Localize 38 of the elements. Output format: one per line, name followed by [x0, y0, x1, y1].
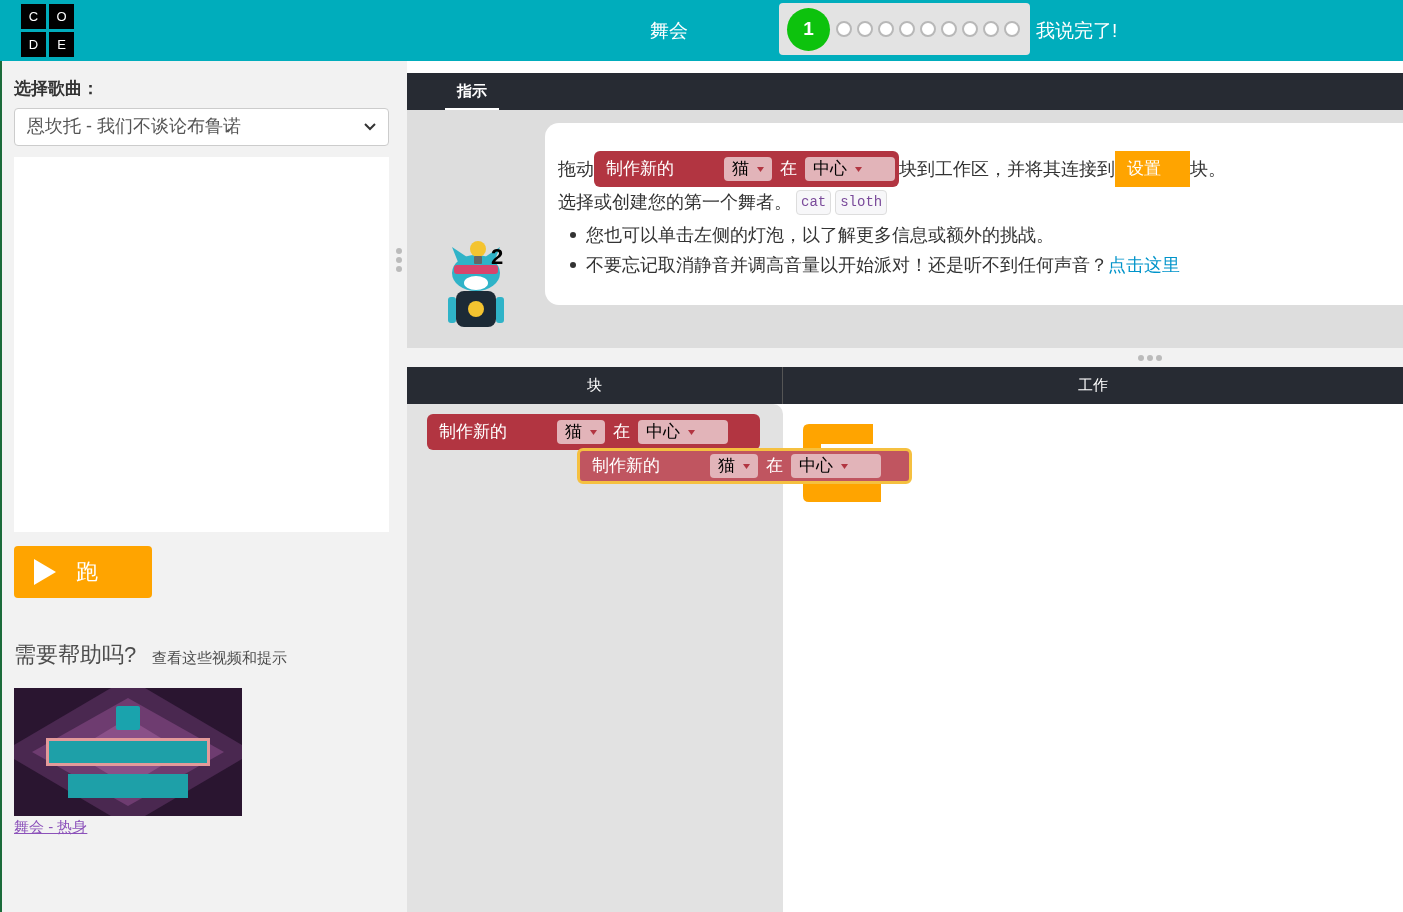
block-dropdown[interactable]: 中心 — [791, 454, 881, 478]
instruction-text: 块到工作区，并将其连接到 — [899, 157, 1115, 181]
song-select[interactable]: 恩坎托 - 我们不谈论布鲁诺 — [14, 107, 389, 146]
toolbox-header: 块 — [407, 367, 783, 404]
caret-icon — [855, 166, 862, 172]
block-dropdown[interactable]: 猫 — [710, 454, 758, 478]
caret-icon — [688, 429, 695, 435]
code-block[interactable]: 制作新的 猫 在 中心 — [577, 448, 912, 484]
block-dropdown[interactable]: 猫 — [557, 420, 605, 444]
setup-block: 设置 — [1115, 151, 1190, 187]
workspace-header: 工作 — [783, 367, 1403, 404]
block-dropdown[interactable]: 中心 — [638, 420, 728, 444]
caret-icon — [743, 463, 750, 469]
instruction-text: 选择或创建您的第一个舞者。 — [558, 191, 792, 214]
code-block[interactable]: 制作新的 猫 在 中心 — [594, 151, 899, 187]
play-icon — [34, 558, 56, 585]
resize-bar[interactable] — [407, 348, 1403, 367]
logo[interactable]: C O D E — [21, 4, 74, 57]
song-label: 选择歌曲： — [14, 78, 100, 100]
caret-icon — [841, 463, 848, 469]
splitter-handle[interactable] — [396, 248, 402, 272]
instruction-text: 拖动 — [558, 157, 594, 181]
video-link[interactable]: 舞会 - 热身 — [14, 815, 88, 838]
help-title: 需要帮助吗? — [14, 640, 137, 669]
code-snippet: cat — [796, 190, 832, 215]
block-dropdown[interactable]: 猫 — [724, 157, 772, 181]
code-block[interactable]: 制作新的 猫 在 中心 — [427, 414, 760, 450]
caret-icon — [590, 429, 597, 435]
help-subtitle: 查看这些视频和提示 — [152, 648, 288, 668]
code-snippet: sloth — [835, 190, 888, 215]
instruction-text: 块。 — [1190, 157, 1226, 181]
block-dropdown[interactable]: 中心 — [805, 157, 895, 181]
bullet-text: 不要忘记取消静音并调高音量以开始派对！还是听不到任何声音？点击这里 — [586, 253, 1180, 277]
help-link[interactable]: 点击这里 — [1108, 254, 1180, 275]
caret-icon — [757, 166, 764, 172]
chevron-icon — [364, 122, 376, 131]
bullet-text: 您也可以单击左侧的灯泡，以了解更多信息或额外的挑战。 — [586, 223, 1054, 247]
lesson-title: 舞会 — [650, 19, 688, 43]
